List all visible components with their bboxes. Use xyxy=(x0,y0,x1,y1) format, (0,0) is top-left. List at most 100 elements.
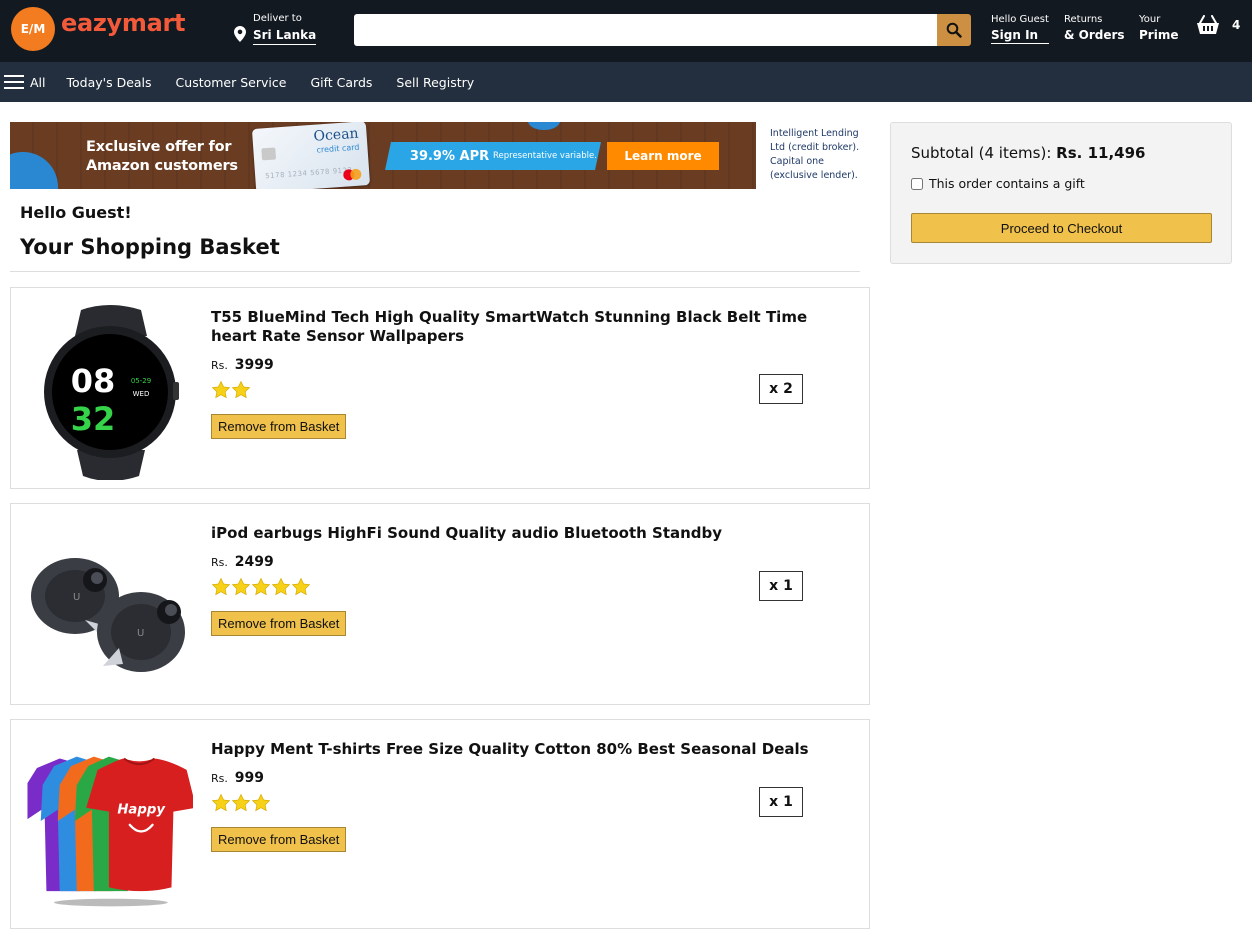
basket-icon xyxy=(1197,15,1219,34)
logo-badge: E/M xyxy=(11,7,55,51)
basket-item: Happy Happy Ment T-shirts Free Size Qual… xyxy=(10,719,870,929)
tshirt-print: Happy xyxy=(117,802,166,817)
basket-count: 4 xyxy=(1232,18,1241,32)
nav-sign-in-bottom: Sign In xyxy=(991,27,1049,44)
subnav-gift-cards[interactable]: Gift Cards xyxy=(310,75,372,90)
banner-headline: Exclusive offer for Amazon customers xyxy=(86,138,238,176)
card-brand-sub: credit card xyxy=(316,142,360,155)
star-icon xyxy=(251,793,271,816)
divider xyxy=(10,271,860,272)
nav-prime-bottom: Prime xyxy=(1139,28,1179,42)
watch-hour: 08 xyxy=(71,362,116,400)
top-header: E/M eazymart Deliver to Sri Lanka Hello … xyxy=(0,0,1252,62)
star-icon xyxy=(251,577,271,600)
price-currency: Rs. xyxy=(211,772,228,785)
product-title[interactable]: iPod earbugs HighFi Sound Quality audio … xyxy=(211,524,811,543)
star-icon xyxy=(211,793,231,816)
learn-more-button[interactable]: Learn more xyxy=(607,142,719,170)
subnav-all-label: All xyxy=(30,74,46,90)
banner-headline-line2: Amazon customers xyxy=(86,158,238,174)
subtotal-amount: Rs. 11,496 xyxy=(1056,144,1146,162)
product-image-smartwatch[interactable]: 08 32 05-29 WED xyxy=(23,300,193,480)
product-rating xyxy=(211,793,271,816)
product-price: Rs. 2499 xyxy=(211,554,274,570)
subtotal-line: Subtotal (4 items): Rs. 11,496 xyxy=(911,144,1145,162)
apr-strip: 39.9% APR Representative variable. xyxy=(385,142,601,170)
search-input[interactable] xyxy=(354,14,937,46)
product-rating xyxy=(211,577,311,600)
nav-returns-orders[interactable]: Returns & Orders xyxy=(1064,13,1125,43)
ad-banner[interactable]: Exclusive offer for Amazon customers Oce… xyxy=(10,122,756,189)
deliver-to[interactable]: Deliver to Sri Lanka xyxy=(234,12,317,48)
basket-link[interactable]: 4 xyxy=(1196,15,1240,35)
subtotal-panel: Subtotal (4 items): Rs. 11,496 This orde… xyxy=(890,122,1232,264)
quantity-badge: x 1 xyxy=(759,571,803,601)
remove-from-basket-button[interactable]: Remove from Basket xyxy=(211,414,347,439)
price-value: 2499 xyxy=(234,554,274,570)
gift-checkbox[interactable] xyxy=(911,177,923,190)
quantity-badge: x 2 xyxy=(759,374,803,404)
watch-minute: 32 xyxy=(71,400,116,438)
watch-day: WED xyxy=(133,390,150,398)
banner-headline-line1: Exclusive offer for xyxy=(86,139,232,155)
product-price: Rs. 3999 xyxy=(211,357,274,373)
product-rating xyxy=(211,380,251,403)
svg-text:U: U xyxy=(137,628,144,639)
card-number: 5178 1234 5678 9123 xyxy=(264,166,353,181)
quantity-badge: x 1 xyxy=(759,787,803,817)
hamburger-icon xyxy=(4,75,24,89)
credit-card-image: Ocean credit card 5178 1234 5678 9123 xyxy=(251,122,371,189)
greeting: Hello Guest! xyxy=(20,203,132,222)
subtotal-label: Subtotal (4 items): xyxy=(911,144,1052,162)
nav-sign-in-top: Hello Guest xyxy=(991,14,1049,25)
price-currency: Rs. xyxy=(211,359,228,372)
basket-item: 08 32 05-29 WED T55 BlueMind Tech High Q… xyxy=(10,287,870,489)
star-icon xyxy=(271,577,291,600)
proceed-to-checkout-button[interactable]: Proceed to Checkout xyxy=(911,213,1212,243)
card-brand-name: Ocean xyxy=(313,125,360,145)
subnav-sell-registry[interactable]: Sell Registry xyxy=(396,75,474,90)
price-currency: Rs. xyxy=(211,556,228,569)
product-image-tshirts[interactable]: Happy xyxy=(23,732,193,912)
svg-text:U: U xyxy=(73,592,80,603)
product-price: Rs. 999 xyxy=(211,770,264,786)
star-icon xyxy=(231,577,251,600)
subnav-all[interactable]: All xyxy=(4,75,46,90)
apr-text: Representative variable. xyxy=(493,151,598,161)
subnav-todays-deals[interactable]: Today's Deals xyxy=(67,75,152,90)
sub-nav: All Today's Deals Customer Service Gift … xyxy=(0,62,1252,102)
watch-date: 05-29 xyxy=(131,377,151,385)
star-icon xyxy=(231,793,251,816)
nav-returns-top: Returns xyxy=(1064,14,1103,25)
gift-label: This order contains a gift xyxy=(929,176,1085,191)
remove-from-basket-button[interactable]: Remove from Basket xyxy=(211,827,347,852)
star-icon xyxy=(291,577,311,600)
star-icon xyxy=(211,380,231,403)
page-title: Your Shopping Basket xyxy=(20,235,280,259)
product-image-earbuds[interactable]: U U xyxy=(23,516,193,696)
star-icon xyxy=(211,577,231,600)
product-title[interactable]: Happy Ment T-shirts Free Size Quality Co… xyxy=(211,740,811,759)
nav-prime[interactable]: Your Prime xyxy=(1139,13,1178,43)
logo-text: eazymart xyxy=(61,9,186,37)
nav-orders-bottom: & Orders xyxy=(1064,28,1125,42)
deliver-location: Sri Lanka xyxy=(253,26,317,45)
search-button[interactable] xyxy=(937,14,971,46)
logo[interactable]: E/M eazymart xyxy=(11,6,186,52)
product-title[interactable]: T55 BlueMind Tech High Quality SmartWatc… xyxy=(211,308,811,346)
location-pin-icon xyxy=(234,26,246,42)
star-icon xyxy=(231,380,251,403)
nav-prime-top: Your xyxy=(1139,14,1161,25)
apr-value: 39.9% APR xyxy=(410,148,490,164)
search-bar xyxy=(354,14,971,46)
subnav-customer-service[interactable]: Customer Service xyxy=(176,75,287,90)
remove-from-basket-button[interactable]: Remove from Basket xyxy=(211,611,347,636)
banner-legal-text: Intelligent Lending Ltd (credit broker).… xyxy=(770,128,860,181)
basket-item: U U iPod earbugs HighFi Sound Quality au… xyxy=(10,503,870,705)
gift-option[interactable]: This order contains a gift xyxy=(911,176,1085,191)
deliver-label: Deliver to xyxy=(253,13,302,24)
card-chip-icon xyxy=(261,147,277,161)
mastercard-logo-icon xyxy=(343,169,362,181)
nav-sign-in[interactable]: Hello Guest Sign In xyxy=(991,13,1049,44)
search-icon xyxy=(946,22,962,38)
